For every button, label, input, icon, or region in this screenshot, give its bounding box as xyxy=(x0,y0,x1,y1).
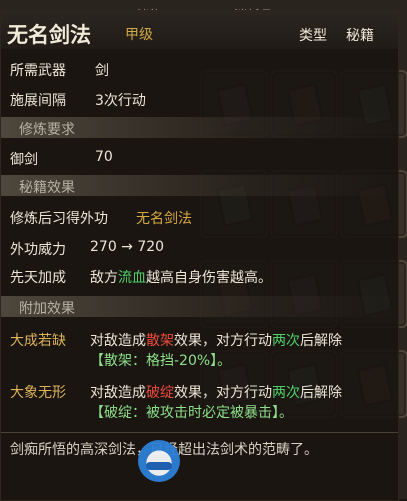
item-type-label: 类型 xyxy=(299,28,327,44)
bonus-2-note: 【破绽：被攻击时必定被暴击】。 xyxy=(90,405,293,421)
item-tooltip: 无名剑法 甲级 类型 秘籍 所需武器 剑 施展间隔 3次行动 修炼要求 御剑 7… xyxy=(0,10,399,501)
section-requirement: 修炼要求 xyxy=(1,117,398,138)
item-description: 剑痴所悟的高深剑法，已经超出法剑术的范畴了。 xyxy=(10,441,390,460)
item-type-value: 秘籍 xyxy=(346,28,374,44)
section-effect-title: 秘籍效果 xyxy=(19,180,75,196)
bonus-1-note: 【散架：格挡-20%】。 xyxy=(90,353,232,369)
cast-interval-value: 3次行动 xyxy=(95,93,146,109)
requirement-value: 70 xyxy=(95,149,113,165)
skill-power-label: 外功威力 xyxy=(10,242,66,258)
item-grade: 甲级 xyxy=(125,27,153,43)
skill-power-value: 270 → 720 xyxy=(90,239,165,255)
bonus-2-text: 对敌造成破绽效果，对方行动两次后解除 xyxy=(90,385,342,401)
required-weapon-label: 所需武器 xyxy=(10,63,66,79)
description-divider xyxy=(1,432,398,433)
bonus-2-name: 大象无形 xyxy=(10,385,66,401)
innate-bonus-text: 敌方流血越高自身伤害越高。 xyxy=(90,270,272,286)
item-name: 无名剑法 xyxy=(7,23,91,47)
watermark-wave-icon xyxy=(146,462,172,470)
section-effect: 秘籍效果 xyxy=(1,175,398,196)
required-weapon-value: 剑 xyxy=(95,63,109,79)
tooltip-header: 无名剑法 甲级 类型 秘籍 xyxy=(1,11,398,49)
section-requirement-title: 修炼要求 xyxy=(19,122,75,138)
requirement-label: 御剑 xyxy=(10,152,38,168)
bonus-1-name: 大成若缺 xyxy=(10,333,66,349)
learn-skill-value: 无名剑法 xyxy=(136,211,192,227)
cast-interval-label: 施展间隔 xyxy=(10,93,66,109)
watermark-logo-icon xyxy=(138,440,180,482)
bleed-keyword: 流血 xyxy=(118,270,146,286)
innate-bonus-label: 先天加成 xyxy=(10,270,66,286)
learn-skill-label: 修炼后习得外功 xyxy=(10,211,108,227)
section-bonus: 附加效果 xyxy=(1,296,398,317)
section-bonus-title: 附加效果 xyxy=(19,301,75,317)
bonus-1-text: 对敌造成散架效果，对方行动两次后解除 xyxy=(90,333,342,349)
